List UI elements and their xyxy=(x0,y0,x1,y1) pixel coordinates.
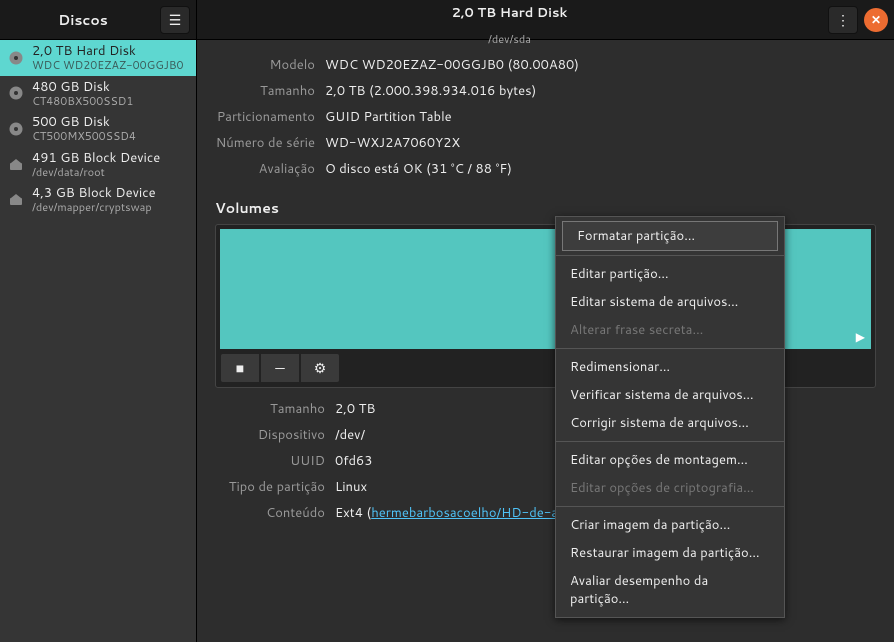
gears-icon: ⚙ xyxy=(314,358,327,378)
menu-item: Alterar frase secreta… xyxy=(556,316,784,344)
disk-info: Modelo WDC WD20EZAZ-00GGJB0 (80.00A80) T… xyxy=(215,52,876,182)
main-pane: Modelo WDC WD20EZAZ-00GGJB0 (80.00A80) T… xyxy=(197,40,894,642)
content-prefix: Ext4 ( xyxy=(335,504,371,522)
menu-item[interactable]: Redimensionar… xyxy=(556,353,784,381)
menu-item[interactable]: Restaurar imagem da partição… xyxy=(556,539,784,567)
close-button[interactable]: ✕ xyxy=(864,8,888,32)
disk-list-item[interactable]: 491 GB Block Device/dev/data/root xyxy=(0,147,196,183)
delete-partition-button[interactable]: — xyxy=(260,353,300,383)
harddisk-icon xyxy=(6,83,26,103)
menu-item[interactable]: Avaliar desempenho da partição… xyxy=(556,567,784,613)
vlabel-size: Tamanho xyxy=(215,400,335,418)
mount-indicator-icon: ▶ xyxy=(856,328,865,345)
label-size: Tamanho xyxy=(215,82,325,100)
value-assessment: O disco está OK (31 °C / 88 °F) xyxy=(325,160,876,178)
value-model: WDC WD20EZAZ-00GGJB0 (80.00A80) xyxy=(325,56,876,74)
disk-item-sub: CT480BX500SSD1 xyxy=(32,95,133,108)
partition-context-menu: Formatar partição…Editar partição…Editar… xyxy=(555,216,785,618)
close-icon: ✕ xyxy=(871,11,881,28)
titlebar: Discos ☰ 2,0 TB Hard Disk /dev/sda ⋮ ✕ xyxy=(0,0,894,40)
menu-item[interactable]: Formatar partição… xyxy=(562,221,778,251)
app-title: Discos xyxy=(6,10,160,30)
menu-separator xyxy=(556,506,784,507)
disk-list-item[interactable]: 4,3 GB Block Device/dev/mapper/cryptswap xyxy=(0,182,196,218)
value-serial: WD-WXJ2A7060Y2X xyxy=(325,134,876,152)
disk-list-item[interactable]: 2,0 TB Hard DiskWDC WD20EZAZ-00GGJB0 xyxy=(0,40,196,76)
eject-icon xyxy=(6,155,26,175)
disk-item-sub: /dev/data/root xyxy=(32,166,160,179)
minus-icon: — xyxy=(275,358,284,378)
menu-item[interactable]: Editar sistema de arquivos… xyxy=(556,288,784,316)
label-model: Modelo xyxy=(215,56,325,74)
eject-icon xyxy=(6,190,26,210)
menu-item[interactable]: Editar partição… xyxy=(556,260,784,288)
disk-list-item[interactable]: 500 GB DiskCT500MX500SSD4 xyxy=(0,111,196,147)
drive-menu-button[interactable]: ⋮ xyxy=(828,6,858,34)
vlabel-device: Dispositivo xyxy=(215,426,335,444)
harddisk-icon xyxy=(6,48,26,68)
menu-separator xyxy=(556,441,784,442)
hamburger-button[interactable]: ☰ xyxy=(160,6,190,34)
label-assessment: Avaliação xyxy=(215,160,325,178)
disk-item-sub: WDC WD20EZAZ-00GGJB0 xyxy=(32,59,184,72)
unmount-button[interactable]: ■ xyxy=(220,353,260,383)
disk-item-sub: CT500MX500SSD4 xyxy=(32,130,136,143)
value-partitioning: GUID Partition Table xyxy=(325,108,876,126)
header-title: 2,0 TB Hard Disk xyxy=(197,0,822,33)
label-serial: Número de série xyxy=(215,134,325,152)
vlabel-ptype: Tipo de partição xyxy=(215,478,335,496)
vlabel-uuid: UUID xyxy=(215,452,335,470)
disk-list: 2,0 TB Hard DiskWDC WD20EZAZ-00GGJB0480 … xyxy=(0,40,197,642)
volumes-title: Volumes xyxy=(215,198,876,218)
hamburger-icon: ☰ xyxy=(169,10,182,30)
label-partitioning: Particionamento xyxy=(215,108,325,126)
partition-settings-button[interactable]: ⚙ xyxy=(300,353,340,383)
menu-separator xyxy=(556,255,784,256)
menu-item[interactable]: Editar opções de montagem… xyxy=(556,446,784,474)
menu-item[interactable]: Corrigir sistema de arquivos… xyxy=(556,409,784,437)
more-icon: ⋮ xyxy=(836,10,850,30)
disk-item-sub: /dev/mapper/cryptswap xyxy=(32,201,156,214)
menu-separator xyxy=(556,348,784,349)
menu-item: Editar opções de criptografia… xyxy=(556,474,784,502)
menu-item[interactable]: Criar imagem da partição… xyxy=(556,511,784,539)
vlabel-content: Conteúdo xyxy=(215,504,335,522)
harddisk-icon xyxy=(6,119,26,139)
disk-list-item[interactable]: 480 GB DiskCT480BX500SSD1 xyxy=(0,76,196,112)
value-size: 2,0 TB (2.000.398.934.016 bytes) xyxy=(325,82,876,100)
menu-item[interactable]: Verificar sistema de arquivos… xyxy=(556,381,784,409)
stop-icon: ■ xyxy=(236,358,244,378)
